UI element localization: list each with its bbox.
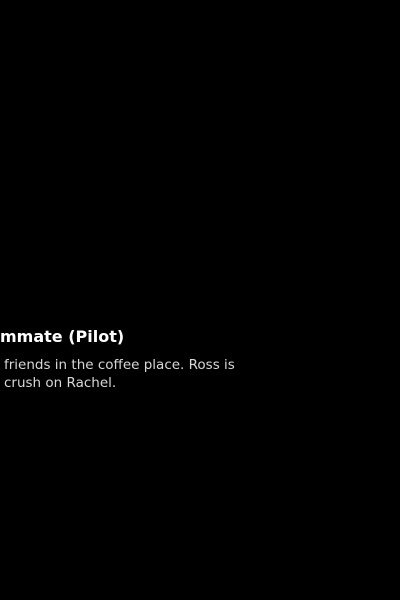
episode-synopsis: friends in the coffee place. Ross is cru…	[0, 356, 400, 392]
episode-info-panel: mmate (Pilot) friends in the coffee plac…	[0, 326, 400, 392]
player-screen: mmate (Pilot) friends in the coffee plac…	[0, 0, 400, 600]
episode-title: mmate (Pilot)	[0, 327, 125, 346]
synopsis-line: friends in the coffee place. Ross is	[4, 357, 235, 373]
synopsis-line: crush on Rachel.	[4, 375, 117, 391]
